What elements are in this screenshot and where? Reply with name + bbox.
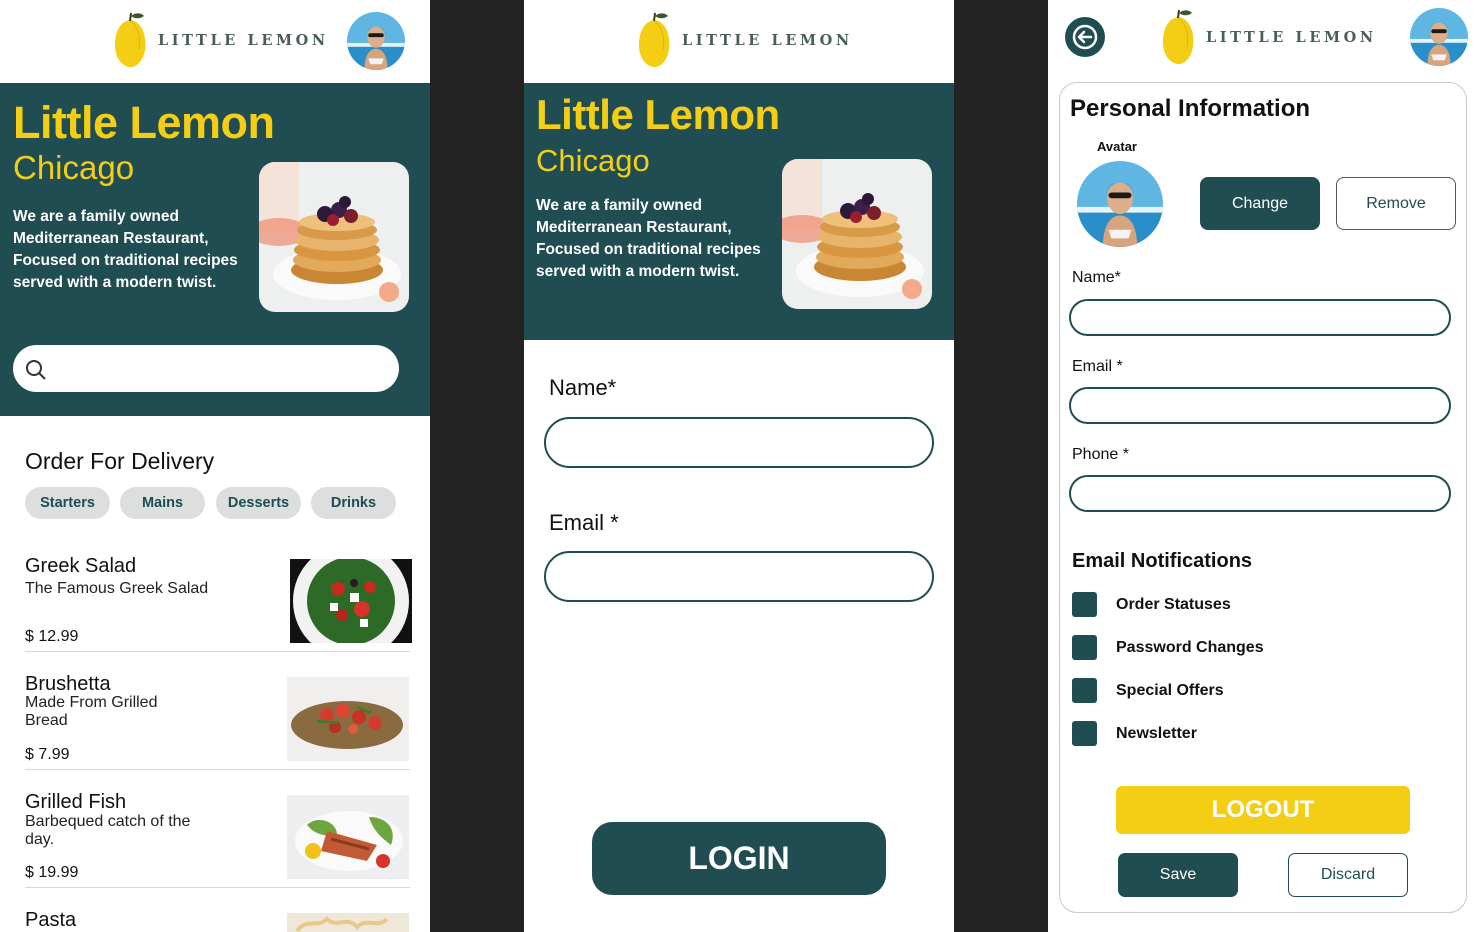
home-screen: LITTLE LEMON Little Lemon Chicago We are…: [0, 0, 430, 932]
section-title: Order For Delivery: [25, 448, 215, 474]
email-field[interactable]: [1069, 387, 1451, 424]
notifications-title: Email Notifications: [1072, 550, 1253, 572]
menu-item-name: Brushetta: [25, 673, 111, 695]
avatar: [1077, 161, 1163, 247]
email-label: Email *: [549, 510, 619, 535]
menu-item-description: Made From Grilled Bread: [25, 694, 158, 729]
app-logo: LITTLE LEMON: [638, 12, 853, 68]
logout-button[interactable]: LOGOUT: [1116, 786, 1410, 834]
menu-item-price: $ 12.99: [25, 628, 79, 645]
menu-item-price: $ 19.99: [25, 864, 79, 881]
hero-section: Little Lemon Chicago We are a family own…: [524, 83, 954, 340]
menu-item[interactable]: Pasta: [25, 904, 410, 932]
logo-text: LITTLE LEMON: [682, 31, 853, 49]
logo-text: LITTLE LEMON: [158, 31, 329, 49]
menu-item[interactable]: Grilled Fish Barbequed catch of the day.…: [25, 786, 410, 888]
checkbox-label: Order Statuses: [1116, 596, 1231, 613]
category-mains[interactable]: Mains: [120, 487, 205, 519]
menu-item-image: [287, 913, 409, 932]
menu-item-name: Pasta: [25, 909, 77, 931]
hero-image: [782, 159, 932, 309]
name-field[interactable]: [544, 417, 934, 468]
menu-item-image: [290, 559, 412, 643]
phone-field[interactable]: [1069, 475, 1451, 512]
discard-button[interactable]: Discard: [1288, 853, 1408, 897]
lemon-icon: [1162, 9, 1196, 65]
hero-section: Little Lemon Chicago We are a family own…: [0, 83, 430, 416]
hero-subtitle: Chicago: [13, 149, 135, 186]
hero-description: We are a family owned Mediterranean Rest…: [536, 197, 761, 280]
app-logo: LITTLE LEMON: [114, 12, 329, 68]
avatar-label: Avatar: [1097, 139, 1137, 154]
menu-item-image: [287, 795, 409, 879]
change-avatar-button[interactable]: Change: [1200, 177, 1320, 230]
category-starters[interactable]: Starters: [25, 487, 110, 519]
menu-item[interactable]: Greek Salad The Famous Greek Salad $ 12.…: [25, 550, 410, 652]
menu-item-price: $ 7.99: [25, 746, 70, 763]
menu-item[interactable]: Brushetta Made From Grilled Bread $ 7.99: [25, 668, 410, 770]
profile-avatar[interactable]: [1410, 8, 1468, 66]
checkbox-newsletter[interactable]: [1072, 721, 1097, 746]
phone-label: Phone *: [1072, 446, 1129, 463]
back-button[interactable]: [1065, 17, 1105, 57]
page-title: Personal Information: [1070, 95, 1311, 122]
menu-item-image: [287, 677, 409, 761]
hero-title: Little Lemon: [536, 91, 780, 138]
profile-screen: LITTLE LEMON Personal Information Avatar…: [1048, 0, 1478, 932]
category-drinks[interactable]: Drinks: [311, 487, 396, 519]
remove-avatar-button[interactable]: Remove: [1336, 177, 1456, 230]
checkbox-label: Password Changes: [1116, 639, 1264, 656]
name-label: Name*: [549, 375, 617, 400]
checkbox-password-changes[interactable]: [1072, 635, 1097, 660]
arrow-left-icon: [1072, 24, 1098, 50]
search-icon: [26, 360, 46, 380]
name-label: Name*: [1072, 269, 1121, 286]
lemon-icon: [638, 12, 672, 68]
email-field[interactable]: [544, 551, 934, 602]
hero-title: Little Lemon: [13, 97, 275, 148]
checkbox-special-offers[interactable]: [1072, 678, 1097, 703]
menu-item-name: Grilled Fish: [25, 791, 127, 813]
hero-subtitle: Chicago: [536, 143, 650, 178]
logo-text: LITTLE LEMON: [1206, 28, 1377, 46]
email-label: Email *: [1072, 358, 1123, 375]
save-button[interactable]: Save: [1118, 853, 1238, 897]
hero-description: We are a family owned Mediterranean Rest…: [13, 208, 238, 291]
checkbox-label: Newsletter: [1116, 725, 1197, 742]
name-field[interactable]: [1069, 299, 1451, 336]
search-bar[interactable]: [13, 345, 399, 392]
category-desserts[interactable]: Desserts: [216, 487, 301, 519]
app-logo: LITTLE LEMON: [1162, 9, 1377, 65]
login-button[interactable]: LOGIN: [592, 822, 886, 895]
profile-avatar[interactable]: [347, 12, 405, 70]
onboarding-screen: LITTLE LEMON Little Lemon Chicago We are…: [524, 0, 954, 932]
lemon-icon: [114, 12, 148, 68]
checkbox-label: Special Offers: [1116, 682, 1224, 699]
checkbox-order-statuses[interactable]: [1072, 592, 1097, 617]
menu-item-description: The Famous Greek Salad: [25, 580, 209, 597]
menu-item-name: Greek Salad: [25, 555, 137, 577]
menu-item-description: Barbequed catch of the day.: [25, 813, 191, 848]
hero-image: [259, 162, 409, 312]
